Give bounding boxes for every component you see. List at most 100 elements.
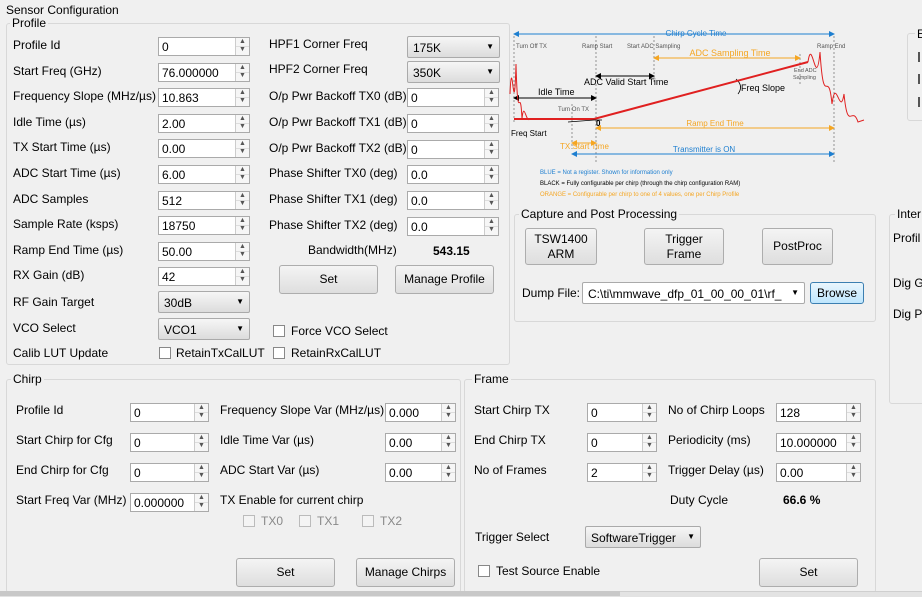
spinner-arrows[interactable]: ▲ ▼ — [846, 434, 860, 451]
arrow-down-icon[interactable]: ▼ — [847, 442, 860, 450]
spinner-arrows[interactable]: ▲ ▼ — [235, 166, 249, 183]
arrow-down-icon[interactable]: ▼ — [236, 97, 249, 105]
force-vco-checkbox[interactable] — [273, 325, 285, 337]
spinner-arrows[interactable]: ▲ ▼ — [194, 494, 208, 511]
chirp-field-input[interactable]: 0 ▲ ▼ — [130, 403, 209, 422]
arrow-down-icon[interactable]: ▼ — [195, 442, 208, 450]
arrow-down-icon[interactable]: ▼ — [485, 226, 498, 234]
spinner-arrows[interactable]: ▲ ▼ — [194, 434, 208, 451]
chirp-right-field-input[interactable]: 0.000 ▲ ▼ — [385, 403, 456, 422]
profile-right-field-input[interactable]: 0.0 ▲ ▼ — [407, 165, 499, 184]
vco-select[interactable]: VCO1 ▼ — [158, 318, 250, 340]
arrow-down-icon[interactable]: ▼ — [236, 276, 249, 284]
dump-file-select[interactable]: C:\ti\mmwave_dfp_01_00_00_01\rf_ ▼ — [582, 282, 805, 304]
arrow-down-icon[interactable]: ▼ — [485, 200, 498, 208]
tx1-checkbox[interactable] — [299, 515, 311, 527]
spinner-arrows[interactable]: ▲ ▼ — [235, 217, 249, 234]
trigger-frame-button[interactable]: Trigger Frame — [644, 228, 724, 265]
arrow-down-icon[interactable]: ▼ — [643, 442, 656, 450]
browse-button[interactable]: Browse — [810, 282, 864, 304]
spinner-arrows[interactable]: ▲ ▼ — [441, 464, 455, 481]
tx0-checkbox[interactable] — [243, 515, 255, 527]
spinner-arrows[interactable]: ▲ ▼ — [235, 115, 249, 132]
profile-field-input[interactable]: 2.00 ▲ ▼ — [158, 114, 250, 133]
tx2-checkbox[interactable] — [362, 515, 374, 527]
spinner-arrows[interactable]: ▲ ▼ — [484, 166, 498, 183]
frame-field-input[interactable]: 0 ▲ ▼ — [587, 433, 657, 452]
arrow-down-icon[interactable]: ▼ — [236, 123, 249, 131]
spinner-arrows[interactable]: ▲ ▼ — [846, 404, 860, 421]
arrow-down-icon[interactable]: ▼ — [485, 174, 498, 182]
chirp-set-button[interactable]: Set — [236, 558, 335, 587]
trigger-select[interactable]: SoftwareTrigger ▼ — [585, 526, 701, 548]
chirp-right-field-input[interactable]: 0.00 ▲ ▼ — [385, 463, 456, 482]
chirp-field-input[interactable]: 0 ▲ ▼ — [130, 433, 209, 452]
scrollbar-thumb[interactable] — [0, 591, 620, 596]
profile-field-input[interactable]: 0 ▲ ▼ — [158, 37, 250, 56]
arrow-down-icon[interactable]: ▼ — [236, 46, 249, 54]
profile-field-input[interactable]: 512 ▲ ▼ — [158, 191, 250, 210]
frame-right-field-input[interactable]: 10.000000 ▲ ▼ — [776, 433, 861, 452]
frame-field-input[interactable]: 0 ▲ ▼ — [587, 403, 657, 422]
chirp-field-input[interactable]: 0.000000 ▲ ▼ — [130, 493, 209, 512]
profile-field-input[interactable]: 0.00 ▲ ▼ — [158, 139, 250, 158]
spinner-arrows[interactable]: ▲ ▼ — [235, 38, 249, 55]
spinner-arrows[interactable]: ▲ ▼ — [484, 141, 498, 158]
postproc-button[interactable]: PostProc — [762, 228, 833, 265]
spinner-arrows[interactable]: ▲ ▼ — [235, 243, 249, 260]
arrow-down-icon[interactable]: ▼ — [236, 200, 249, 208]
arrow-down-icon[interactable]: ▼ — [236, 148, 249, 156]
arrow-down-icon[interactable]: ▼ — [442, 412, 455, 420]
profile-field-input[interactable]: 18750 ▲ ▼ — [158, 216, 250, 235]
profile-field-input[interactable]: 10.863 ▲ ▼ — [158, 88, 250, 107]
spinner-arrows[interactable]: ▲ ▼ — [484, 192, 498, 209]
chirp-field-input[interactable]: 0 ▲ ▼ — [130, 463, 209, 482]
spinner-arrows[interactable]: ▲ ▼ — [642, 434, 656, 451]
manage-chirps-button[interactable]: Manage Chirps — [356, 558, 455, 587]
arrow-down-icon[interactable]: ▼ — [485, 97, 498, 105]
tsw1400-arm-button[interactable]: TSW1400 ARM — [525, 228, 597, 265]
profile-right-field-input[interactable]: 0.0 ▲ ▼ — [407, 217, 499, 236]
profile-set-button[interactable]: Set — [279, 265, 378, 294]
profile-right-field-input[interactable]: 0 ▲ ▼ — [407, 114, 499, 133]
spinner-arrows[interactable]: ▲ ▼ — [484, 115, 498, 132]
arrow-down-icon[interactable]: ▼ — [195, 412, 208, 420]
spinner-arrows[interactable]: ▲ ▼ — [194, 464, 208, 481]
profile-right-field-input[interactable]: 0.0 ▲ ▼ — [407, 191, 499, 210]
frame-set-button[interactable]: Set — [759, 558, 858, 587]
profile-right-field-input[interactable]: 0 ▲ ▼ — [407, 140, 499, 159]
frame-field-input[interactable]: 2 ▲ ▼ — [587, 463, 657, 482]
arrow-down-icon[interactable]: ▼ — [236, 72, 249, 80]
arrow-down-icon[interactable]: ▼ — [485, 123, 498, 131]
arrow-down-icon[interactable]: ▼ — [236, 225, 249, 233]
profile-field-input[interactable]: 50.00 ▲ ▼ — [158, 242, 250, 261]
spinner-arrows[interactable]: ▲ ▼ — [441, 434, 455, 451]
profile-right-field-input[interactable]: 0 ▲ ▼ — [407, 88, 499, 107]
frame-right-field-input[interactable]: 128 ▲ ▼ — [776, 403, 861, 422]
spinner-arrows[interactable]: ▲ ▼ — [441, 404, 455, 421]
spinner-arrows[interactable]: ▲ ▼ — [235, 64, 249, 81]
arrow-down-icon[interactable]: ▼ — [847, 412, 860, 420]
spinner-arrows[interactable]: ▲ ▼ — [235, 140, 249, 157]
retain-rx-cal-lut-checkbox[interactable] — [273, 347, 285, 359]
frame-right-field-input[interactable]: 0.00 ▲ ▼ — [776, 463, 861, 482]
arrow-down-icon[interactable]: ▼ — [442, 472, 455, 480]
spinner-arrows[interactable]: ▲ ▼ — [484, 89, 498, 106]
arrow-down-icon[interactable]: ▼ — [643, 472, 656, 480]
rf-gain-target-select[interactable]: 30dB ▼ — [158, 291, 250, 313]
arrow-down-icon[interactable]: ▼ — [847, 472, 860, 480]
spinner-arrows[interactable]: ▲ ▼ — [194, 404, 208, 421]
arrow-down-icon[interactable]: ▼ — [442, 442, 455, 450]
spinner-arrows[interactable]: ▲ ▼ — [846, 464, 860, 481]
profile-field-input[interactable]: 76.000000 ▲ ▼ — [158, 63, 250, 82]
profile-field-input[interactable]: 42 ▲ ▼ — [158, 267, 250, 286]
spinner-arrows[interactable]: ▲ ▼ — [642, 404, 656, 421]
arrow-down-icon[interactable]: ▼ — [236, 251, 249, 259]
manage-profile-button[interactable]: Manage Profile — [395, 265, 494, 294]
retain-tx-cal-lut-checkbox[interactable] — [159, 347, 171, 359]
arrow-down-icon[interactable]: ▼ — [236, 174, 249, 182]
chirp-right-field-input[interactable]: 0.00 ▲ ▼ — [385, 433, 456, 452]
profile-field-input[interactable]: 6.00 ▲ ▼ — [158, 165, 250, 184]
arrow-down-icon[interactable]: ▼ — [195, 502, 208, 510]
test-source-checkbox[interactable] — [478, 565, 490, 577]
